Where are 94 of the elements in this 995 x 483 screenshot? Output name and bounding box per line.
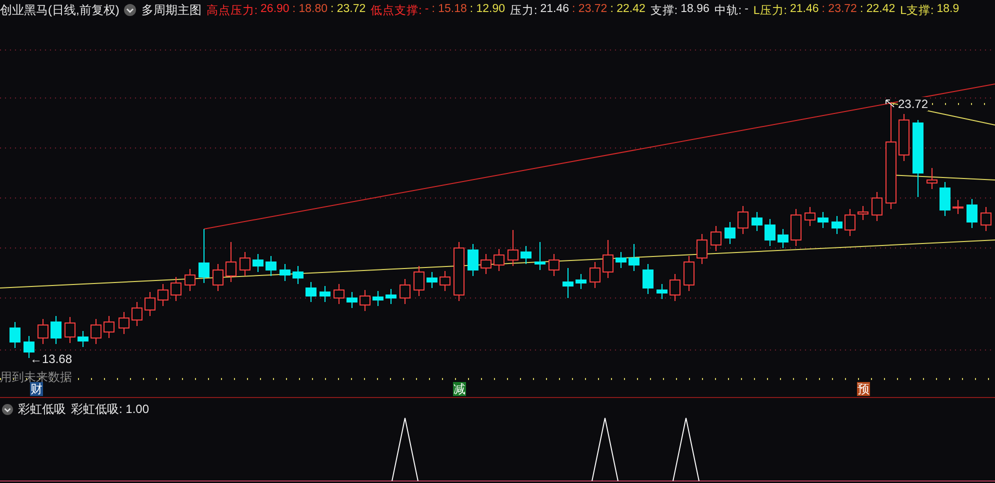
candlestick [980, 206, 992, 232]
candlestick [440, 270, 450, 292]
candlestick [38, 318, 48, 344]
notice-text: 用到未来数据 [0, 369, 72, 384]
candlestick [576, 274, 586, 290]
indicator-reading: 压力: 21.46 : 23.72 : 22.42 [510, 2, 646, 18]
candlestick [804, 206, 816, 226]
indicator-reading: 支撑: 18.96 [650, 2, 710, 18]
candlestick [642, 264, 654, 294]
candlestick [520, 246, 532, 264]
candlestick [170, 276, 182, 302]
candlestick [334, 284, 344, 304]
indicator-reading: L压力: 21.46 : 23.72 : 22.42 [753, 2, 896, 18]
candlestick [240, 252, 250, 276]
candlestick [952, 200, 964, 214]
candlestick [184, 268, 196, 292]
candlestick [24, 336, 34, 358]
indicator-reading: 彩虹低吸: 1.00 [71, 401, 150, 418]
candlestick [494, 248, 504, 272]
stock-title: 创业黑马(日线,前复权) [0, 2, 120, 18]
candlestick [602, 240, 614, 278]
dropdown-icon[interactable] [124, 4, 136, 16]
candlestick [656, 284, 668, 300]
candlestick [832, 216, 842, 234]
candlestick [778, 228, 788, 248]
arrow-icon [885, 99, 895, 108]
candlestick [252, 254, 264, 272]
candlestick [818, 212, 828, 228]
candlestick [64, 316, 76, 344]
candlestick [628, 244, 640, 272]
candlestick [548, 254, 560, 276]
candlestick [266, 256, 276, 276]
candlestick [940, 182, 950, 216]
candlestick [320, 286, 330, 302]
event-marker[interactable]: 减 [453, 382, 466, 396]
candlestick [480, 254, 492, 274]
indicator-reading: 中轨: - [714, 2, 748, 18]
candlestick [710, 226, 722, 252]
candlestick [858, 206, 868, 220]
candlestick [562, 268, 574, 298]
candlestick [226, 242, 236, 282]
candlestick [132, 302, 142, 326]
candlestick [844, 208, 856, 236]
candlestick [90, 318, 102, 344]
candlestick [414, 266, 424, 296]
candlestick [670, 274, 680, 302]
candlestick [872, 192, 882, 222]
candlestick [212, 264, 224, 292]
candlestick [292, 266, 304, 284]
candlestick [752, 212, 762, 232]
candlestick [50, 316, 62, 344]
indicator-reading: 低点支撑: - : 15.18 : 12.90 [370, 2, 506, 18]
candlestick [454, 242, 464, 302]
candlestick [386, 288, 396, 304]
candlestick [198, 228, 210, 284]
signal-spike [672, 418, 700, 482]
candlestick [104, 316, 114, 338]
candlestick [346, 292, 358, 308]
candlestick [590, 262, 600, 288]
dropdown-icon[interactable] [2, 404, 13, 415]
candlestick [534, 242, 546, 270]
candlestick [118, 312, 130, 334]
candlestick [926, 168, 938, 190]
candlestick [616, 252, 626, 268]
candlestick [400, 278, 410, 304]
indicator-reading: L支撑: 18.9 [900, 2, 960, 18]
candlestick [468, 244, 478, 276]
indicator-reading: 高点压力: 26.90 : 18.80 : 23.72 [206, 2, 366, 18]
candlestick [372, 290, 384, 306]
signal-spike [392, 418, 418, 482]
price-label: 23.72 [898, 97, 928, 111]
candlestick [764, 218, 776, 246]
price-label: ←13.68 [30, 352, 72, 366]
candlestick [696, 234, 708, 264]
candlestick [738, 206, 748, 234]
event-marker[interactable]: 预 [857, 382, 870, 396]
candlestick [790, 208, 802, 246]
signal-spike [592, 418, 618, 482]
candlestick [426, 272, 438, 288]
candlestick [144, 292, 156, 316]
candlestick [360, 290, 370, 312]
candlestick [966, 198, 978, 228]
candlestick [508, 230, 518, 266]
event-marker[interactable]: 财 [30, 382, 43, 396]
candlestick [898, 114, 910, 162]
candlestick [724, 222, 736, 244]
candlestick [10, 322, 20, 348]
chart-mode-label[interactable]: 多周期主图 [141, 2, 202, 18]
candlestick [306, 282, 316, 302]
indicator-name: 彩虹低吸 [18, 401, 66, 418]
candlestick [280, 264, 290, 282]
candlestick [684, 256, 694, 292]
candlestick [78, 330, 88, 348]
candlestick [158, 284, 168, 306]
